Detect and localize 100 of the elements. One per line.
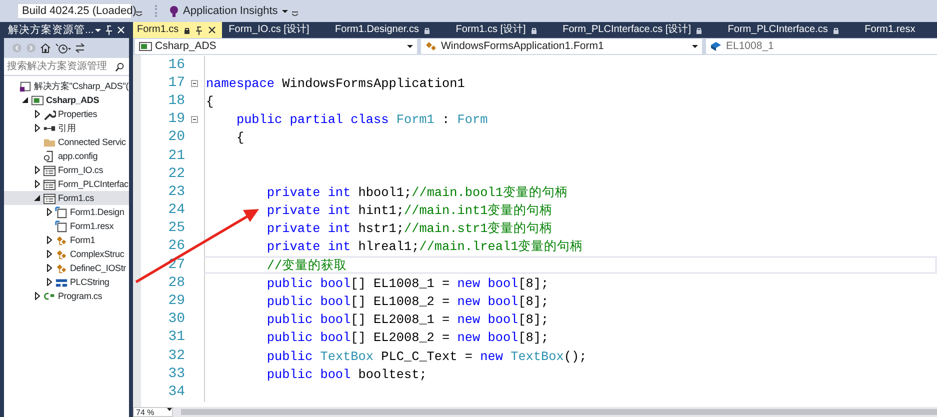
collapse-icon[interactable] [191,80,198,87]
line-number: 21 [167,146,185,166]
lock-icon [184,26,190,34]
class-icon [55,262,68,274]
collapsed-icon[interactable] [46,250,52,258]
collapsed-icon[interactable] [34,166,40,174]
home-icon[interactable] [40,43,51,53]
line-number: 22 [167,164,185,184]
line-number: 34 [167,382,185,402]
collapsed-icon[interactable] [34,292,40,300]
code-line: public bool[] EL2008_2 = new bool[8]; [266,329,549,348]
navigation-dropdown[interactable]: EL1008_1 [706,39,937,54]
scrollbar-thumb[interactable] [181,409,937,415]
line-number: 33 [167,364,185,384]
tab[interactable]: Form1.cs [133,22,222,38]
project-icon [31,94,44,106]
search-icon[interactable] [115,62,126,72]
search-field[interactable]: 搜索解决方案资源管理 [4,58,129,76]
form-icon [43,178,56,190]
class-icon [425,41,438,52]
lock-icon [832,26,839,34]
caret-icon [692,45,698,48]
tree-item[interactable]: ComplexStruc [4,247,129,261]
tree-item[interactable]: Form1.Design [4,205,129,219]
insights-button[interactable]: Application Insights [165,2,288,20]
class-icon [55,234,68,246]
code-line: { [235,129,244,148]
collapsed-icon[interactable] [46,264,52,272]
file-icon [55,206,68,218]
code-line: //变量的获取 [266,256,348,275]
tree-item[interactable]: Form_PLCInterfac [4,177,129,191]
line-number: 26 [167,237,185,256]
collapsed-icon[interactable] [46,208,52,216]
navigation-dropdown[interactable]: Csharp_ADS [135,39,417,54]
code-line: namespace WindowsFormsApplication1 [206,74,465,93]
line-number: 18 [167,92,185,111]
navigation-dropdown[interactable]: WindowsFormsApplication1.Form1 [421,39,702,54]
collapsed-icon[interactable] [34,180,40,188]
config-file-icon [43,150,56,162]
expanded-icon[interactable] [34,195,40,201]
collapsed-icon[interactable] [46,236,52,244]
line-number: 16 [167,56,185,75]
project-icon [139,41,152,52]
tab[interactable]: Form_PLCInterface.cs [设计] [558,22,724,38]
tree-item[interactable]: Connected Servic [4,135,129,149]
tab[interactable]: Form1.Designer.cs [331,22,452,38]
caret-icon [167,408,172,411]
tree-item[interactable]: DefineC_IOStr [4,261,129,275]
tree-item[interactable]: Program.cs [4,289,129,303]
zoom-select[interactable]: 74 % [133,407,173,417]
tree-item[interactable]: Csharp_ADS [4,93,129,107]
tab[interactable]: Form_PLCInterface.cs [724,22,861,38]
code-line: private int hint1;//main.int1变量的句柄 [266,202,553,220]
tree-item[interactable]: Form1 [4,233,129,247]
lock-icon [696,26,702,34]
lock-icon [530,26,537,34]
solution-icon [19,80,32,92]
close-icon[interactable] [208,26,216,34]
tree-item[interactable]: app.config [4,149,129,163]
tree-item[interactable]: 引用 [4,121,129,135]
class-icon [55,248,68,260]
bulb-icon [169,4,179,18]
line-number: 24 [167,201,185,220]
code-line: public TextBox PLC_C_Text = new TextBox(); [266,348,587,366]
caret-icon [407,45,413,48]
form-icon [43,164,56,176]
collapsed-icon[interactable] [46,278,52,286]
tree-item[interactable]: Form_IO.cs [4,163,129,177]
caret-icon[interactable] [95,28,101,32]
panel-title: 解决方案资源管... [8,23,94,38]
history-icon[interactable] [55,42,71,54]
file-icon [55,220,68,232]
pin-icon[interactable] [194,26,203,34]
form-icon [43,192,56,204]
sync-icon[interactable] [75,43,85,53]
tree-item[interactable]: Properties [4,107,129,121]
tab[interactable]: Form1.resx [860,22,937,38]
tree-item[interactable]: 解决方案"Csharp_ADS"( [4,79,129,93]
line-number: 20 [167,128,185,148]
line-number: 29 [167,292,185,312]
line-number: 32 [167,346,185,366]
line-number: 23 [167,182,185,202]
line-number: 19 [167,110,185,130]
tree-item[interactable]: Form1.resx [4,219,129,233]
collapsed-icon[interactable] [34,124,40,132]
caret-icon [282,10,288,12]
tab[interactable]: Form_IO.cs [设计] [224,22,332,38]
collapse-icon[interactable] [191,116,198,124]
wrench-icon [43,108,56,120]
collapsed-icon[interactable] [34,110,40,118]
tree-item[interactable]: PLCString [4,275,129,289]
code-line: public bool[] EL1008_2 = new bool[8]; [266,293,549,312]
expanded-icon[interactable] [22,97,28,103]
tree-item[interactable]: Form1.cs [4,191,129,205]
code-line: public bool booltest; [266,366,427,384]
lock-icon [424,26,430,34]
tab[interactable]: Form1.cs [设计] [452,22,559,38]
field-icon [710,41,723,52]
code-line: private int hlreal1;//main.lreal1变量的句柄 [266,238,584,256]
code-line: private int hstr1;//main.str1变量的句柄 [266,220,553,238]
